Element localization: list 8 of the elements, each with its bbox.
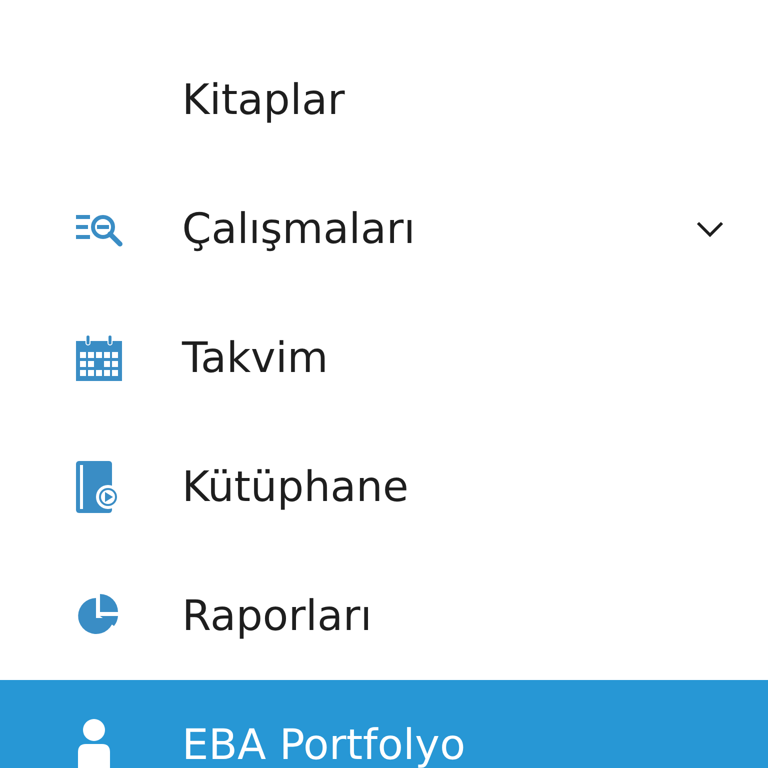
menu-label: Çalışmaları: [182, 203, 416, 255]
menu-label: Kitaplar: [182, 74, 346, 126]
menu-label: Kütüphane: [182, 461, 410, 513]
person-icon: [76, 718, 112, 768]
menu-label: Takvim: [182, 332, 330, 384]
menu-label: Raporları: [182, 590, 373, 642]
calendar-icon: [76, 334, 122, 380]
menu-label: EBA Portfolyo: [182, 719, 466, 768]
